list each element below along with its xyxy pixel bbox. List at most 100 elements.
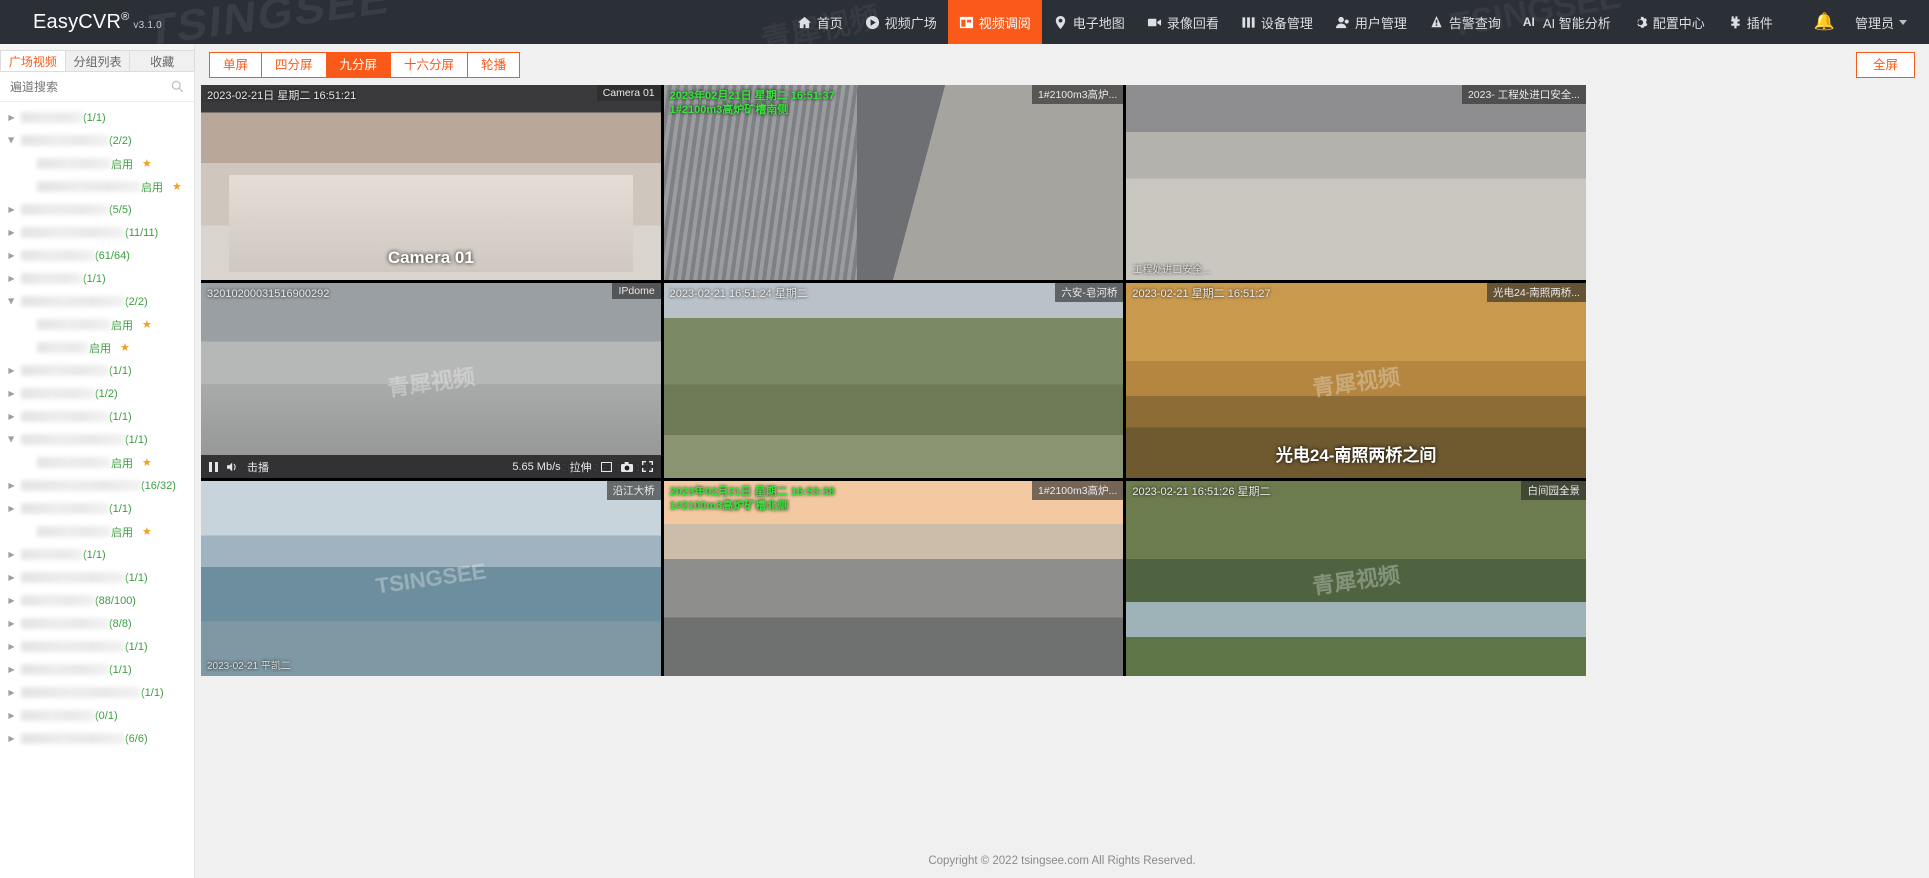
tree-node[interactable]: ▶(1/1) <box>0 543 194 566</box>
favorite-star-icon[interactable]: ★ <box>142 456 160 469</box>
chevron-right-icon[interactable]: ▶ <box>6 573 17 582</box>
tree-node[interactable]: ▶(0/1) <box>0 704 194 727</box>
fullscreen-button[interactable]: 全屏 <box>1856 52 1915 78</box>
chevron-right-icon[interactable]: ▶ <box>6 619 17 628</box>
tree-node-count: (1/1) <box>125 641 157 653</box>
nav-item-1[interactable]: 首页 <box>786 0 854 44</box>
nav-item-4[interactable]: 电子地图 <box>1042 0 1136 44</box>
tree-node[interactable]: ▶(2/2) <box>0 290 194 313</box>
video-cell-6[interactable]: 青犀视频2023-02-21 星期二 16:51:27光电24-南照两桥...光… <box>1126 283 1586 478</box>
nav-item-8[interactable]: 告警查询 <box>1418 0 1512 44</box>
sidebar-search[interactable] <box>0 72 194 102</box>
tree-node[interactable]: ▶(1/1) <box>0 405 194 428</box>
tree-node[interactable]: ▶(61/64) <box>0 244 194 267</box>
video-cell-1[interactable]: 2023-02-21日 星期二 16:51:21Camera 01Camera … <box>201 85 661 280</box>
video-cell-5[interactable]: 2023-02-21 16:51:24 星期二六安-皂河桥 <box>664 283 1124 478</box>
favorite-star-icon[interactable]: ★ <box>120 341 138 354</box>
tree-node[interactable]: ▶(1/1) <box>0 106 194 129</box>
tree-node[interactable]: ▶(11/11) <box>0 221 194 244</box>
stretch-label[interactable]: 拉伸 <box>570 459 592 475</box>
tree-node[interactable]: ▶启用★ <box>0 451 194 474</box>
video-cell-4[interactable]: 青犀视频32010200031516900292IPdome2023-02-21… <box>201 283 661 478</box>
tree-node[interactable]: ▶(1/1) <box>0 658 194 681</box>
tree-node[interactable]: ▶(5/5) <box>0 198 194 221</box>
bitrate-label: 5.65 Mb/s <box>512 461 560 473</box>
video-cell-8[interactable]: 2023年02月21日 星期二 16:53:38 1#2100m3高炉矿槽北侧1… <box>664 481 1124 676</box>
chevron-down-icon[interactable]: ▶ <box>7 296 16 307</box>
tree-node[interactable]: ▶启用★ <box>0 313 194 336</box>
video-stream <box>664 283 1124 478</box>
nav-item-9[interactable]: AIAI 智能分析 <box>1512 0 1622 44</box>
chevron-down-icon[interactable]: ▶ <box>7 135 16 146</box>
chevron-down-icon[interactable]: ▶ <box>7 434 16 445</box>
tree-node[interactable]: ▶(1/1) <box>0 497 194 520</box>
video-cell-2[interactable]: 2023年02月21日 星期二 16:51:37 1#2100m3高炉矿槽南侧1… <box>664 85 1124 280</box>
nav-item-6[interactable]: 设备管理 <box>1230 0 1324 44</box>
nav-item-5[interactable]: 录像回看 <box>1136 0 1230 44</box>
favorite-star-icon[interactable]: ★ <box>172 180 190 193</box>
sidebar-tab-1[interactable]: 广场视频 <box>0 50 66 71</box>
tree-node[interactable]: ▶(1/1) <box>0 267 194 290</box>
chevron-right-icon[interactable]: ▶ <box>6 665 17 674</box>
chevron-right-icon[interactable]: ▶ <box>6 274 17 283</box>
sidebar-tab-2[interactable]: 分组列表 <box>65 50 131 71</box>
chevron-right-icon[interactable]: ▶ <box>6 711 17 720</box>
chevron-right-icon[interactable]: ▶ <box>6 642 17 651</box>
tree-node[interactable]: ▶(6/6) <box>0 727 194 750</box>
layout-button-3[interactable]: 九分屏 <box>326 52 391 78</box>
chevron-right-icon[interactable]: ▶ <box>6 205 17 214</box>
layout-button-2[interactable]: 四分屏 <box>261 52 326 78</box>
nav-item-7[interactable]: 用户管理 <box>1324 0 1418 44</box>
chevron-right-icon[interactable]: ▶ <box>6 412 17 421</box>
aspect-ratio-icon[interactable] <box>601 462 612 472</box>
tree-node[interactable]: ▶启用★ <box>0 520 194 543</box>
layout-button-4[interactable]: 十六分屏 <box>390 52 467 78</box>
nav-item-11[interactable]: 插件 <box>1716 0 1784 44</box>
tree-node[interactable]: ▶启用★ <box>0 175 194 198</box>
favorite-star-icon[interactable]: ★ <box>142 157 160 170</box>
layout-button-5[interactable]: 轮播 <box>467 52 520 78</box>
chevron-right-icon[interactable]: ▶ <box>6 550 17 559</box>
camera-icon[interactable] <box>621 462 633 472</box>
tree-node[interactable]: ▶(1/1) <box>0 566 194 589</box>
tree-node[interactable]: ▶启用★ <box>0 336 194 359</box>
tree-node[interactable]: ▶(88/100) <box>0 589 194 612</box>
volume-icon[interactable] <box>227 462 238 472</box>
chevron-right-icon[interactable]: ▶ <box>6 688 17 697</box>
chevron-right-icon[interactable]: ▶ <box>6 481 17 490</box>
nav-item-2[interactable]: 视频广场 <box>854 0 948 44</box>
tree-node[interactable]: ▶(16/32) <box>0 474 194 497</box>
video-cell-3[interactable]: 2023- 工程处进口安全...工程处进口安全... <box>1126 85 1586 280</box>
chevron-right-icon[interactable]: ▶ <box>6 366 17 375</box>
chevron-right-icon[interactable]: ▶ <box>6 251 17 260</box>
layout-button-1[interactable]: 单屏 <box>209 52 261 78</box>
nav-item-10[interactable]: 配置中心 <box>1622 0 1716 44</box>
tree-node[interactable]: ▶(1/1) <box>0 681 194 704</box>
chevron-right-icon[interactable]: ▶ <box>6 113 17 122</box>
chevron-right-icon[interactable]: ▶ <box>6 389 17 398</box>
bell-icon[interactable]: 🔔 <box>1798 12 1851 32</box>
tree-node[interactable]: ▶(8/8) <box>0 612 194 635</box>
chevron-right-icon[interactable]: ▶ <box>6 228 17 237</box>
tree-node[interactable]: ▶启用★ <box>0 152 194 175</box>
expand-icon[interactable] <box>642 461 653 472</box>
tree-node[interactable]: ▶(1/2) <box>0 382 194 405</box>
video-cell-7[interactable]: TSINGSEE沿江大桥2023-02-21 平凯二 <box>201 481 661 676</box>
chevron-right-icon[interactable]: ▶ <box>6 504 17 513</box>
tree-node[interactable]: ▶(2/2) <box>0 129 194 152</box>
tree-node[interactable]: ▶(1/1) <box>0 428 194 451</box>
chevron-right-icon[interactable]: ▶ <box>6 596 17 605</box>
app-logo[interactable]: EasyCVR ® v3.1.0 <box>0 11 162 34</box>
nav-item-3[interactable]: 视频调阅 <box>948 0 1042 44</box>
tree-node[interactable]: ▶(1/1) <box>0 359 194 382</box>
pause-icon[interactable] <box>209 462 218 472</box>
search-input[interactable] <box>10 80 171 94</box>
favorite-star-icon[interactable]: ★ <box>142 318 160 331</box>
favorite-star-icon[interactable]: ★ <box>142 525 160 538</box>
tree-node[interactable]: ▶ (1/1) <box>0 635 194 658</box>
chevron-right-icon[interactable]: ▶ <box>6 734 17 743</box>
video-cell-9[interactable]: 青犀视频2023-02-21 16:51:26 星期二白间园全景 <box>1126 481 1586 676</box>
sidebar-tab-3[interactable]: 收藏 <box>129 50 195 71</box>
record-label[interactable]: 击播 <box>247 459 269 475</box>
user-menu[interactable]: 管理员 <box>1855 13 1907 32</box>
